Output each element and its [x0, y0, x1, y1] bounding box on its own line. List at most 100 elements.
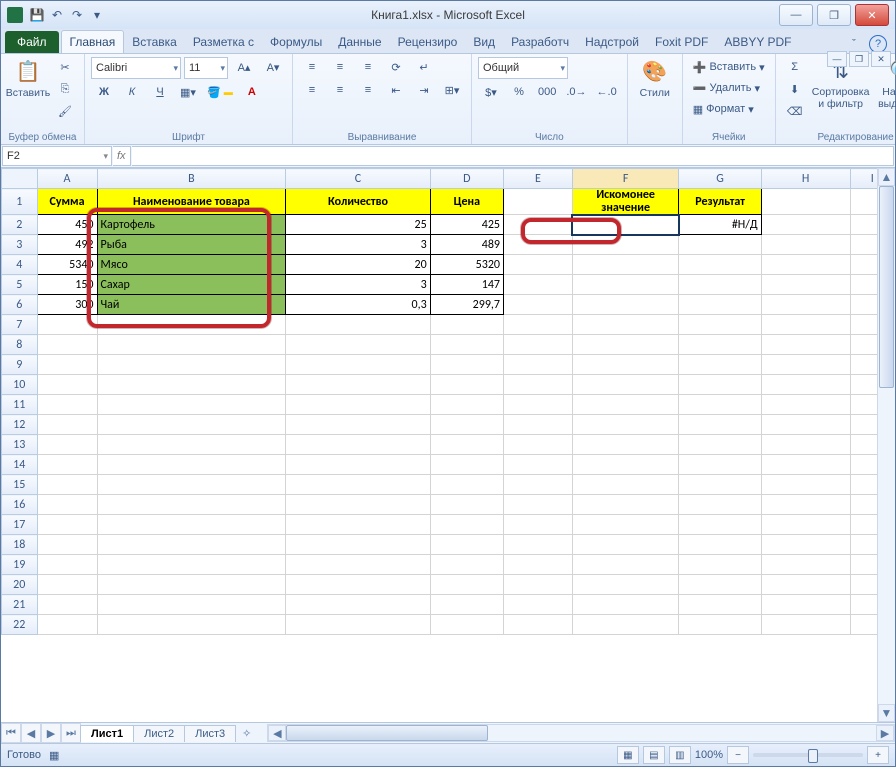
file-tab[interactable]: Файл [5, 31, 59, 53]
tab-abbyy[interactable]: ABBYY PDF [716, 31, 799, 53]
decrease-decimal-icon[interactable]: ←.0 [593, 82, 621, 102]
decrease-indent-icon[interactable]: ⇤ [383, 80, 409, 100]
wb-restore-button[interactable]: ❐ [849, 51, 869, 67]
row-header[interactable]: 10 [2, 375, 38, 395]
tab-addins[interactable]: Надстрой [577, 31, 647, 53]
zoom-slider-knob[interactable] [808, 749, 818, 763]
increase-decimal-icon[interactable]: .0→ [562, 82, 590, 102]
clear-icon[interactable]: ⌫ [782, 101, 808, 121]
cell[interactable] [286, 415, 430, 435]
cell[interactable] [679, 335, 761, 355]
cut-icon[interactable]: ✂ [52, 57, 78, 77]
cell[interactable] [286, 515, 430, 535]
worksheet-grid[interactable]: A B C D E F G H I 1 Сумма Наименование т… [1, 168, 895, 635]
cell[interactable] [286, 575, 430, 595]
wb-minimize-button[interactable]: — [827, 51, 847, 67]
cell[interactable] [572, 255, 679, 275]
cell[interactable] [286, 595, 430, 615]
cell[interactable] [503, 215, 572, 235]
tab-review[interactable]: Рецензиро [390, 31, 466, 53]
cell[interactable] [572, 435, 679, 455]
cell[interactable] [286, 395, 430, 415]
cell[interactable]: 0,3 [286, 295, 430, 315]
increase-font-icon[interactable]: A▴ [231, 57, 257, 77]
cell[interactable] [572, 395, 679, 415]
cell[interactable]: Картофель [97, 215, 286, 235]
cell[interactable] [761, 575, 850, 595]
cell[interactable] [679, 575, 761, 595]
cell[interactable] [503, 275, 572, 295]
cell[interactable]: 489 [430, 235, 503, 255]
cell[interactable] [286, 435, 430, 455]
select-all-corner[interactable] [2, 169, 38, 189]
cells-insert-button[interactable]: ➕ Вставить ▾ [689, 57, 769, 77]
tab-formulas[interactable]: Формулы [262, 31, 330, 53]
cell[interactable] [97, 515, 286, 535]
cell[interactable] [430, 315, 503, 335]
tab-foxit[interactable]: Foxit PDF [647, 31, 716, 53]
cell[interactable] [761, 395, 850, 415]
align-left-icon[interactable]: ≡ [299, 80, 325, 100]
cell[interactable] [761, 495, 850, 515]
styles-button[interactable]: 🎨 Стили [634, 57, 676, 99]
cell-F2-selected[interactable] [572, 215, 679, 235]
cell[interactable] [761, 475, 850, 495]
cell[interactable] [286, 555, 430, 575]
cell[interactable] [503, 535, 572, 555]
tab-pagelayout[interactable]: Разметка с [185, 31, 262, 53]
scroll-up-icon[interactable]: ▲ [878, 168, 895, 186]
cell[interactable] [97, 615, 286, 635]
cell[interactable] [286, 375, 430, 395]
cell[interactable] [37, 495, 97, 515]
cell[interactable] [286, 495, 430, 515]
cell[interactable] [761, 295, 850, 315]
cell[interactable] [97, 535, 286, 555]
cell[interactable] [37, 375, 97, 395]
cell[interactable] [97, 335, 286, 355]
cell[interactable] [286, 615, 430, 635]
cell[interactable] [37, 315, 97, 335]
cell[interactable] [430, 615, 503, 635]
cell[interactable]: 150 [37, 275, 97, 295]
cell[interactable] [503, 235, 572, 255]
row-header[interactable]: 18 [2, 535, 38, 555]
horizontal-scrollbar[interactable]: ◀ ▶ [267, 724, 895, 742]
cell[interactable] [430, 595, 503, 615]
cell[interactable]: Сумма [37, 189, 97, 215]
cell[interactable]: Мясо [97, 255, 286, 275]
cell[interactable] [679, 615, 761, 635]
cell[interactable] [286, 335, 430, 355]
cell[interactable] [503, 475, 572, 495]
col-header-G[interactable]: G [679, 169, 761, 189]
cell[interactable] [97, 315, 286, 335]
cell[interactable] [679, 555, 761, 575]
cell[interactable] [679, 275, 761, 295]
macro-record-icon[interactable]: ▦ [49, 749, 59, 762]
cell[interactable]: Результат [679, 189, 761, 215]
zoom-slider[interactable] [753, 753, 863, 757]
cell[interactable] [503, 435, 572, 455]
sheet-next-icon[interactable]: ▶ [41, 723, 61, 743]
wrap-text-icon[interactable]: ↵ [411, 57, 437, 77]
cell[interactable] [761, 455, 850, 475]
cell[interactable] [97, 575, 286, 595]
cell[interactable] [503, 495, 572, 515]
cell[interactable] [430, 535, 503, 555]
cell[interactable] [761, 355, 850, 375]
row-header[interactable]: 16 [2, 495, 38, 515]
cell[interactable] [679, 375, 761, 395]
cell[interactable] [430, 335, 503, 355]
cell[interactable]: 20 [286, 255, 430, 275]
cell[interactable] [679, 515, 761, 535]
cell[interactable] [503, 515, 572, 535]
cell[interactable] [572, 515, 679, 535]
row-header[interactable]: 15 [2, 475, 38, 495]
sheet-tab-3[interactable]: Лист3 [184, 725, 236, 742]
currency-icon[interactable]: $▾ [478, 82, 504, 102]
cell[interactable] [572, 415, 679, 435]
cell[interactable] [503, 255, 572, 275]
cell[interactable] [572, 535, 679, 555]
row-header[interactable]: 7 [2, 315, 38, 335]
row-header[interactable]: 8 [2, 335, 38, 355]
cell[interactable] [430, 475, 503, 495]
